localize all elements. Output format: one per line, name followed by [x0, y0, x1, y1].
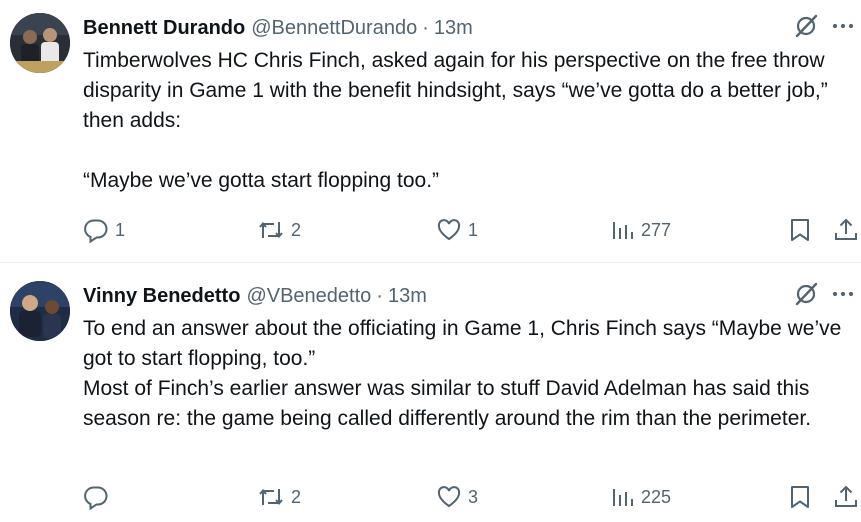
bookmark-button[interactable] — [788, 215, 812, 245]
reply-icon — [83, 217, 109, 243]
tweet-paragraph: Most of Finch’s earlier answer was simil… — [83, 377, 812, 430]
tweet-paragraph: To end an answer about the officiating i… — [83, 317, 842, 370]
like-count: 1 — [468, 219, 479, 240]
reply-button[interactable] — [83, 482, 115, 512]
view-count: 277 — [641, 219, 672, 240]
timestamp[interactable]: 13m — [434, 17, 473, 40]
share-button[interactable] — [833, 215, 859, 245]
grok-icon[interactable] — [793, 13, 819, 44]
tweet-text: To end an answer about the officiating i… — [83, 314, 858, 434]
avatar[interactable] — [10, 281, 70, 341]
display-name[interactable]: Bennett Durando — [83, 17, 245, 40]
reply-button[interactable]: 1 — [83, 215, 125, 245]
share-icon — [833, 484, 859, 510]
repost-icon — [257, 484, 285, 510]
tweet[interactable]: Bennett Durando @BennettDurando · 13m Ti… — [0, 0, 861, 262]
repost-count: 2 — [291, 219, 302, 240]
tweet-paragraph: “Maybe we’ve gotta start flopping too.” — [83, 169, 440, 192]
repost-button[interactable]: 2 — [257, 215, 301, 245]
timestamp[interactable]: 13m — [388, 285, 427, 308]
tweet-text: Timberwolves HC Chris Finch, asked again… — [83, 46, 858, 196]
view-count: 225 — [641, 486, 672, 507]
like-icon — [436, 217, 462, 243]
share-button[interactable] — [833, 482, 859, 512]
views-icon — [611, 484, 635, 510]
tweet-paragraph: Timberwolves HC Chris Finch, asked again… — [83, 49, 828, 132]
repost-button[interactable]: 2 — [257, 482, 301, 512]
more-icon[interactable] — [831, 282, 855, 311]
avatar[interactable] — [10, 13, 70, 73]
views-button[interactable]: 225 — [611, 482, 671, 512]
bookmark-icon — [788, 217, 812, 243]
separator: · — [376, 284, 383, 307]
like-count: 3 — [468, 486, 479, 507]
like-button[interactable]: 3 — [436, 482, 478, 512]
share-icon — [833, 217, 859, 243]
like-icon — [436, 484, 462, 510]
bookmark-button[interactable] — [788, 482, 812, 512]
user-handle[interactable]: @BennettDurando — [251, 17, 417, 40]
bookmark-icon — [788, 484, 812, 510]
repost-count: 2 — [291, 486, 302, 507]
user-handle[interactable]: @VBenedetto — [246, 285, 371, 308]
tweet[interactable]: Vinny Benedetto @VBenedetto · 13m To end… — [0, 263, 861, 522]
reply-count: 1 — [115, 219, 126, 240]
action-bar: 1 2 1 277 — [0, 215, 861, 245]
display-name[interactable]: Vinny Benedetto — [83, 285, 240, 308]
grok-icon[interactable] — [793, 281, 819, 312]
views-icon — [611, 217, 635, 243]
views-button[interactable]: 277 — [611, 215, 671, 245]
reply-icon — [83, 484, 109, 510]
repost-icon — [257, 217, 285, 243]
separator: · — [422, 16, 429, 39]
action-bar: 2 3 225 — [0, 482, 861, 512]
like-button[interactable]: 1 — [436, 215, 478, 245]
more-icon[interactable] — [831, 14, 855, 43]
